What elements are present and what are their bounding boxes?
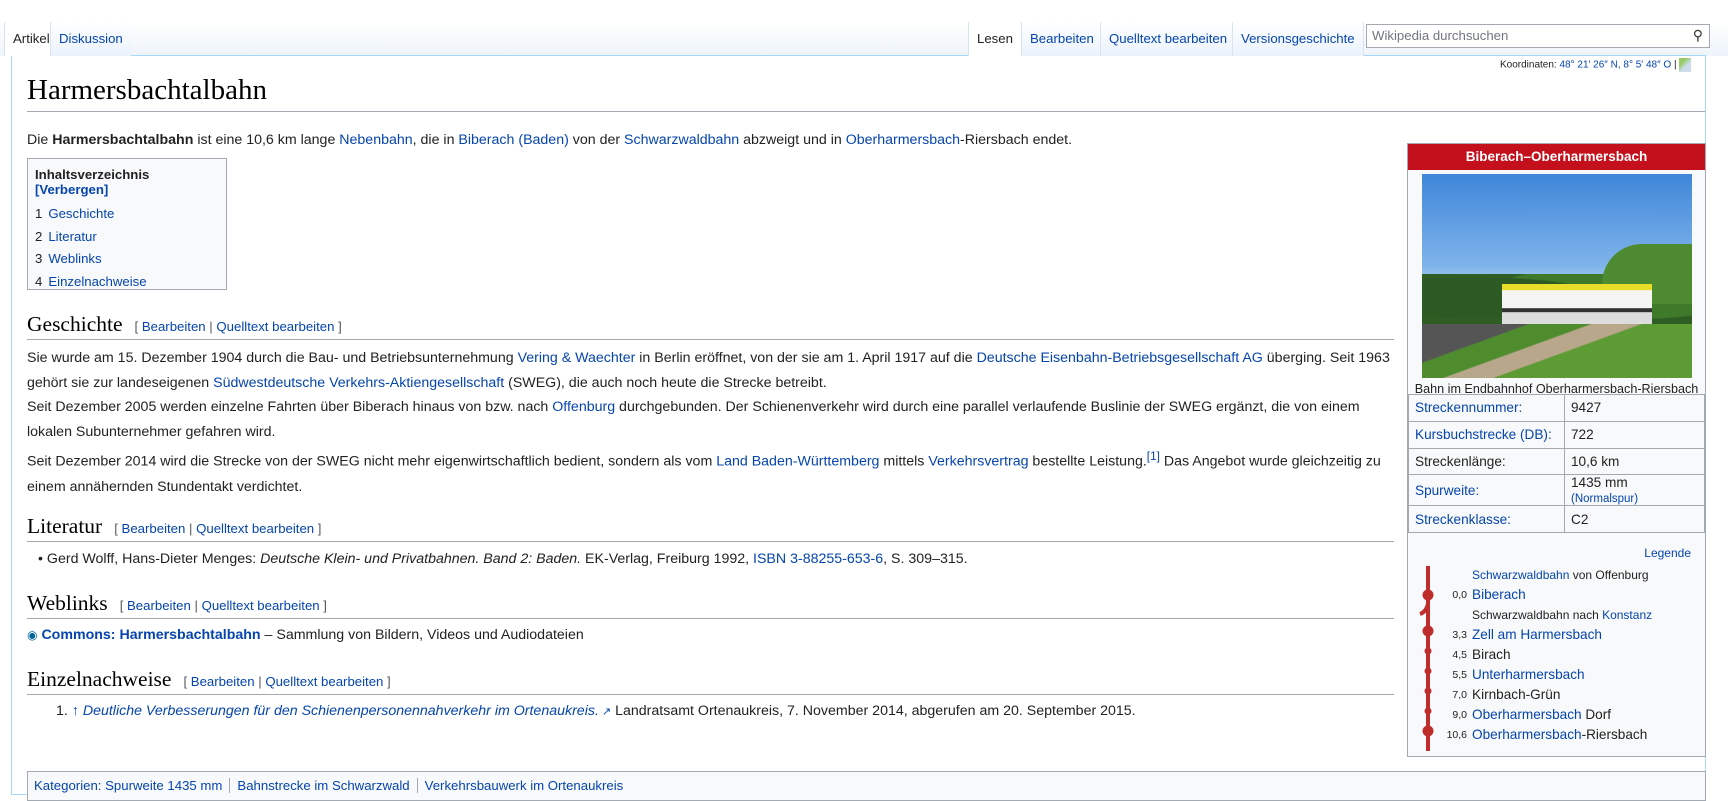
route-row: 3,3 Zell am Harmersbach (1452, 627, 1602, 642)
toc-item[interactable]: 4 Einzelnachweise (35, 271, 219, 294)
link[interactable]: Vering & Waechter (518, 350, 636, 366)
infobox-title: Biberach–Oberharmersbach (1408, 144, 1705, 170)
external-link-icon: ↗ (598, 706, 612, 718)
tab-lesen[interactable]: Lesen (968, 22, 1021, 56)
paragraph: Seit Dezember 2014 wird die Strecke von … (27, 449, 1381, 495)
edit-link[interactable]: Bearbeiten (142, 319, 206, 334)
row-label-link[interactable]: Spurweite: (1415, 483, 1479, 498)
edit-source-link[interactable]: Quelltext bearbeiten (202, 598, 320, 613)
toc-title: Inhaltsverzeichnis (35, 167, 150, 182)
edit-source-link[interactable]: Quelltext bearbeiten (216, 319, 334, 334)
link-nebenbahn[interactable]: Nebenbahn (339, 132, 412, 148)
link-biberach[interactable]: Biberach (Baden) (458, 132, 568, 148)
table-row: Streckenklasse: C2 (1408, 505, 1705, 534)
route-row: 10,6 Oberharmersbach-Riersbach (1446, 727, 1648, 742)
route-row: Schwarzwaldbahn von Offenburg (1472, 568, 1649, 582)
row-label-link[interactable]: Kursbuchstrecke (DB): (1415, 427, 1552, 442)
commons-link[interactable]: Commons: Harmersbachtalbahn (41, 627, 260, 643)
table-of-contents: Inhaltsverzeichnis [Verbergen] 1 Geschich… (27, 158, 227, 290)
route-row: 0,0 Biberach (1452, 587, 1526, 602)
globe-map-icon[interactable] (1679, 58, 1692, 72)
search-input[interactable]: Wikipedia durchsuchen ⚲ (1366, 24, 1710, 48)
heading-geschichte: Geschichte[ Bearbeiten | Quelltext bearb… (27, 312, 1394, 340)
heading-einzelnachweise: Einzelnachweise[ Bearbeiten | Quelltext … (27, 667, 1394, 695)
link-oberharmersbach[interactable]: Oberharmersbach (846, 132, 960, 148)
link[interactable]: Offenburg (552, 399, 615, 415)
edit-link[interactable]: Bearbeiten (191, 674, 255, 689)
link[interactable]: Südwestdeutsche Verkehrs-Aktiengesellsch… (213, 375, 504, 391)
reference-item: 1. ↑ Deutliche Verbesserungen für den Sc… (56, 703, 1136, 719)
link-schwarzwaldbahn[interactable]: Schwarzwaldbahn (624, 132, 739, 148)
edit-source-link[interactable]: Quelltext bearbeiten (196, 521, 314, 536)
row-label-link[interactable]: Streckennummer: (1415, 400, 1522, 415)
heading-weblinks: Weblinks[ Bearbeiten | Quelltext bearbei… (27, 591, 1394, 619)
category-link[interactable]: Spurweite 1435 mm (105, 778, 222, 793)
tab-bearbeiten[interactable]: Bearbeiten (1021, 22, 1102, 56)
route-row: 4,5 Birach (1452, 647, 1511, 662)
search-icon[interactable]: ⚲ (1693, 27, 1703, 44)
commons-icon: ◉ (27, 628, 38, 642)
literature-item: • Gerd Wolff, Hans-Dieter Menges: Deutsc… (38, 551, 968, 567)
heading-literatur: Literatur[ Bearbeiten | Quelltext bearbe… (27, 514, 1394, 542)
section-edit-links: [ Bearbeiten | Quelltext bearbeiten ] (134, 319, 342, 334)
edit-source-link[interactable]: Quelltext bearbeiten (265, 674, 383, 689)
link[interactable]: Verkehrsvertrag (928, 454, 1028, 470)
legend-link[interactable]: Legende (1644, 546, 1691, 560)
table-row: Kursbuchstrecke (DB): 722 (1408, 420, 1705, 449)
isbn-link[interactable]: ISBN 3-88255-653-6 (753, 551, 883, 567)
category-link[interactable]: Bahnstrecke im Schwarzwald (237, 778, 409, 793)
weblink-item: ◉ Commons: Harmersbachtalbahn – Sammlung… (27, 627, 584, 643)
coordinates-link[interactable]: 48° 21′ 26″ N, 8° 5′ 48″ O (1560, 60, 1672, 71)
categories-label[interactable]: Kategorien: (34, 778, 101, 793)
table-row: Spurweite: 1435 mm (Normalspur) (1408, 474, 1705, 507)
route-row: 5,5 Unterharmersbach (1452, 667, 1585, 682)
train-photo[interactable] (1422, 174, 1692, 378)
edit-link[interactable]: Bearbeiten (127, 598, 191, 613)
search-placeholder: Wikipedia durchsuchen (1372, 28, 1509, 43)
edit-link[interactable]: Bearbeiten (122, 521, 186, 536)
categories-bar: Kategorien: Spurweite 1435 mm Bahnstrecke… (27, 771, 1706, 801)
reference-link[interactable]: [1] (1147, 449, 1160, 463)
external-link[interactable]: Deutliche Verbesserungen für den Schiene… (83, 703, 599, 719)
toc-item[interactable]: 2 Literatur (35, 226, 219, 249)
intro-paragraph: Die Harmersbachtalbahn ist eine 10,6 km … (27, 132, 1073, 148)
row-label-link[interactable]: Streckenklasse: (1415, 512, 1511, 527)
table-row: Streckennummer: 9427 (1408, 394, 1705, 422)
toc-item[interactable]: 3 Weblinks (35, 248, 219, 271)
toc-item[interactable]: 1 Geschichte (35, 203, 219, 226)
coordinates-separator: | (1673, 59, 1677, 71)
tab-quelltext-bearbeiten[interactable]: Quelltext bearbeiten (1100, 22, 1236, 56)
category-link[interactable]: Verkehrsbauwerk im Ortenaukreis (425, 778, 624, 793)
backlink[interactable]: ↑ (72, 703, 79, 719)
paragraph: Sie wurde am 15. Dezember 1904 durch die… (27, 350, 1390, 391)
coordinates-label: Koordinaten: (1500, 59, 1557, 71)
toc-toggle[interactable]: [Verbergen] (35, 182, 108, 197)
table-row: Streckenlänge: 10,6 km (1408, 447, 1705, 476)
coordinates: Koordinaten: 48° 21′ 26″ N, 8° 5′ 48″ O … (1500, 58, 1692, 72)
link[interactable]: Deutsche Eisenbahn-Betriebsgesellschaft … (977, 350, 1263, 366)
normalspur-link[interactable]: (Normalspur) (1571, 493, 1638, 505)
tab-versionsgeschichte[interactable]: Versionsgeschichte (1232, 22, 1364, 56)
route-row: 7,0 Kirnbach-Grün (1452, 687, 1561, 702)
link[interactable]: Land Baden-Württemberg (716, 454, 879, 470)
infobox: Biberach–Oberharmersbach Bahn im Endbahn… (1407, 143, 1706, 757)
route-row: 9,0 Oberharmersbach Dorf (1452, 707, 1612, 722)
infobox-table: Streckennummer: 9427 Kursbuchstrecke (DB)… (1408, 394, 1705, 534)
tab-diskussion[interactable]: Diskussion (50, 22, 131, 56)
paragraph: Seit Dezember 2005 werden einzelne Fahrt… (27, 399, 1360, 440)
route-row: Schwarzwaldbahn nach Konstanz (1472, 608, 1653, 622)
page-title: Harmersbachtalbahn (27, 74, 1705, 112)
